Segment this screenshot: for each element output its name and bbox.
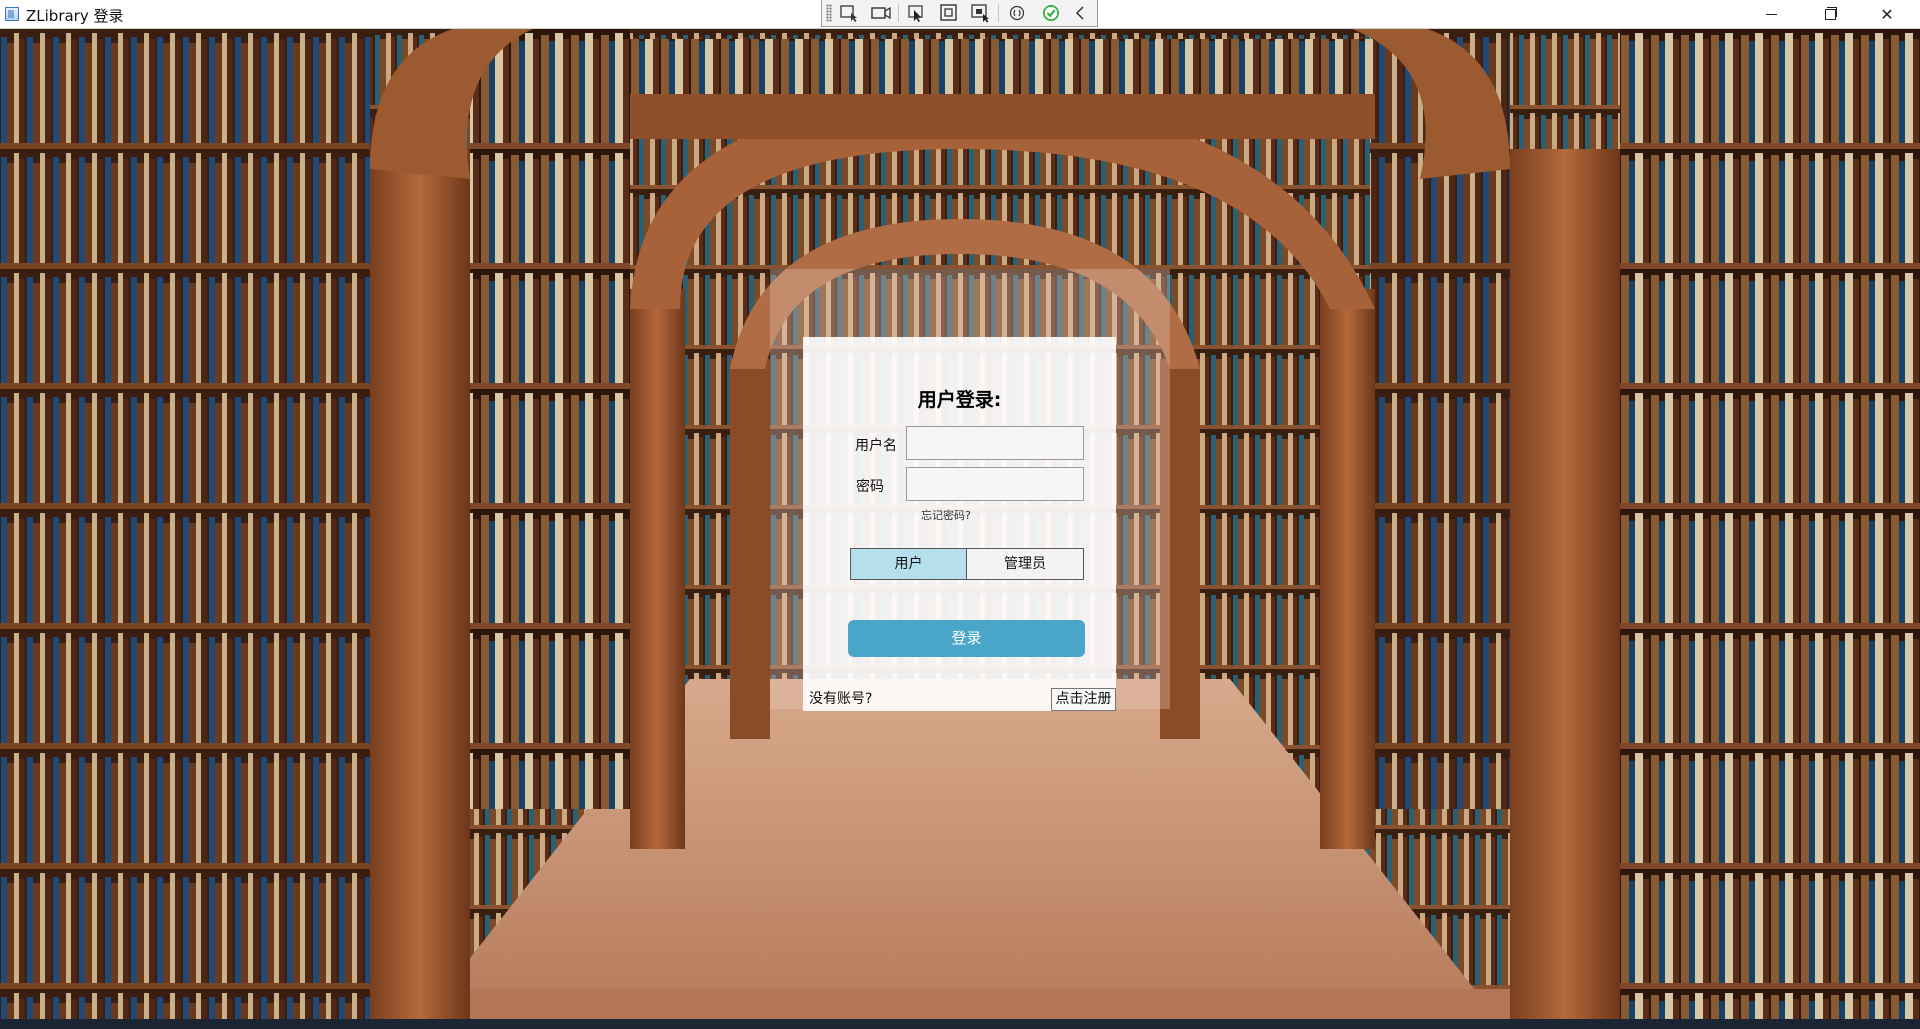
- app-icon: [5, 7, 19, 21]
- username-input[interactable]: [906, 426, 1084, 460]
- role-user-button[interactable]: 用户: [850, 548, 967, 580]
- close-icon[interactable]: ✕: [1858, 0, 1916, 29]
- video-icon[interactable]: [870, 3, 892, 23]
- window-title: ZLibrary 登录: [26, 7, 124, 25]
- register-button[interactable]: 点击注册: [1051, 688, 1116, 711]
- no-account-text: 没有账号?: [809, 691, 873, 707]
- pointer-icon[interactable]: [906, 3, 928, 23]
- checkmark-icon[interactable]: [1040, 3, 1062, 23]
- screenshot-icon[interactable]: [970, 3, 992, 23]
- login-button[interactable]: 登录: [848, 620, 1085, 657]
- restore-icon[interactable]: [1800, 0, 1858, 29]
- toolbar-separator: [898, 4, 899, 22]
- username-label: 用户名: [855, 438, 897, 454]
- toolbar-grip-icon[interactable]: [826, 4, 832, 22]
- toolbar-separator: [998, 4, 999, 22]
- frame-icon[interactable]: [938, 3, 960, 23]
- taskbar-strip: [0, 1019, 1920, 1029]
- debug-toolbar: [821, 0, 1098, 27]
- login-title: 用户登录:: [917, 389, 1002, 411]
- password-label: 密码: [856, 479, 884, 495]
- forgot-password-link[interactable]: 忘记密码?: [921, 507, 971, 523]
- collapse-icon[interactable]: [1070, 3, 1092, 23]
- hot-reload-icon[interactable]: [1006, 3, 1028, 23]
- password-input[interactable]: [906, 467, 1084, 501]
- select-element-icon[interactable]: [838, 3, 860, 23]
- minimize-icon[interactable]: [1742, 0, 1800, 29]
- role-admin-button[interactable]: 管理员: [966, 548, 1084, 580]
- login-panel: 用户登录: 用户名 密码 忘记密码? 用户 管理员 登录 没有账号? 点击注册: [803, 337, 1116, 711]
